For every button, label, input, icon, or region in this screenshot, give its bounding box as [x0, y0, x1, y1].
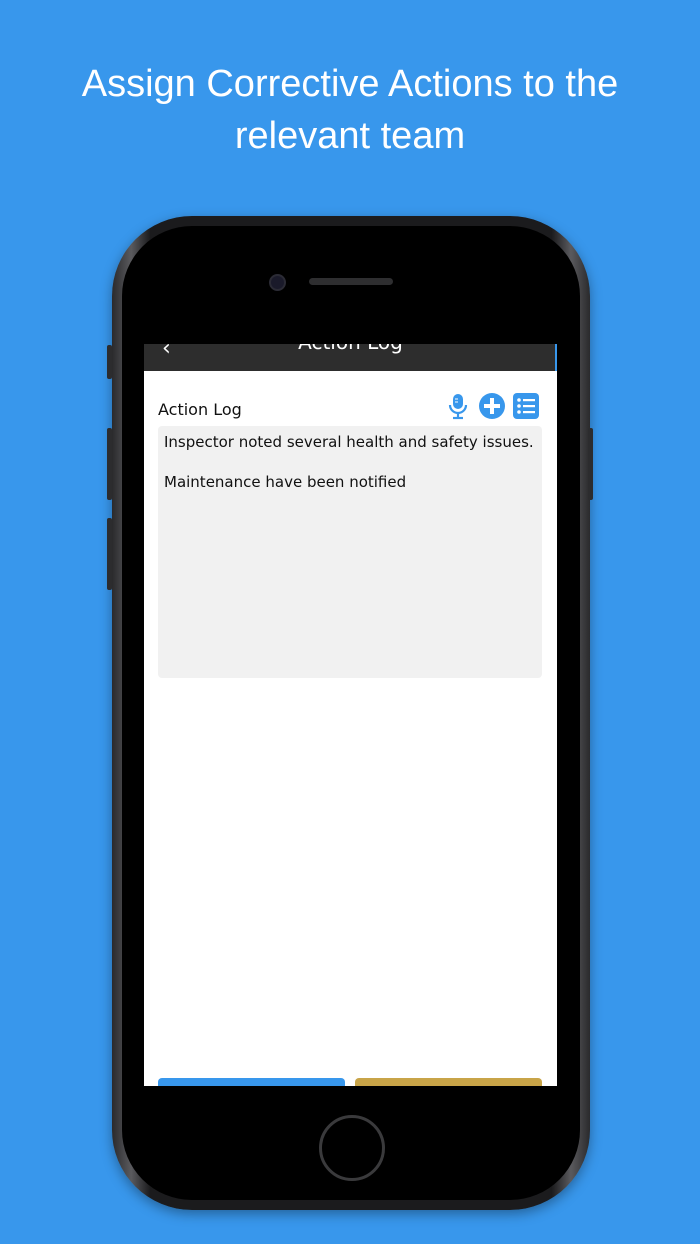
- log-entry: Maintenance have been notified: [164, 473, 407, 491]
- camera-icon: [269, 274, 286, 291]
- secondary-action-button[interactable]: [355, 1078, 542, 1086]
- app-screen: ‹ Action Log Action Log Insp: [144, 344, 557, 1086]
- volume-down-button: [107, 518, 112, 590]
- mute-switch: [107, 345, 112, 379]
- headline-line-1: Assign Corrective Actions to the: [81, 63, 619, 105]
- headline-line-2: relevant team: [234, 115, 466, 157]
- volume-up-button: [107, 428, 112, 500]
- action-log-toolbar: [444, 392, 544, 422]
- action-log-label: Action Log: [158, 400, 242, 419]
- speaker-grille: [309, 278, 393, 285]
- navigation-bar: ‹ Action Log: [144, 344, 557, 371]
- power-button: [588, 428, 593, 500]
- microphone-icon[interactable]: [444, 392, 472, 420]
- home-button[interactable]: [319, 1115, 385, 1181]
- nav-title: Action Log: [144, 344, 557, 354]
- plus-circle-icon[interactable]: [478, 392, 506, 420]
- log-entry: Inspector noted several health and safet…: [164, 433, 534, 451]
- primary-action-button[interactable]: [158, 1078, 345, 1086]
- headline: Assign Corrective Actions to the relevan…: [0, 58, 700, 162]
- nav-edge-divider: [555, 344, 557, 371]
- list-icon[interactable]: [512, 392, 540, 420]
- action-log-textarea[interactable]: Inspector noted several health and safet…: [158, 426, 542, 678]
